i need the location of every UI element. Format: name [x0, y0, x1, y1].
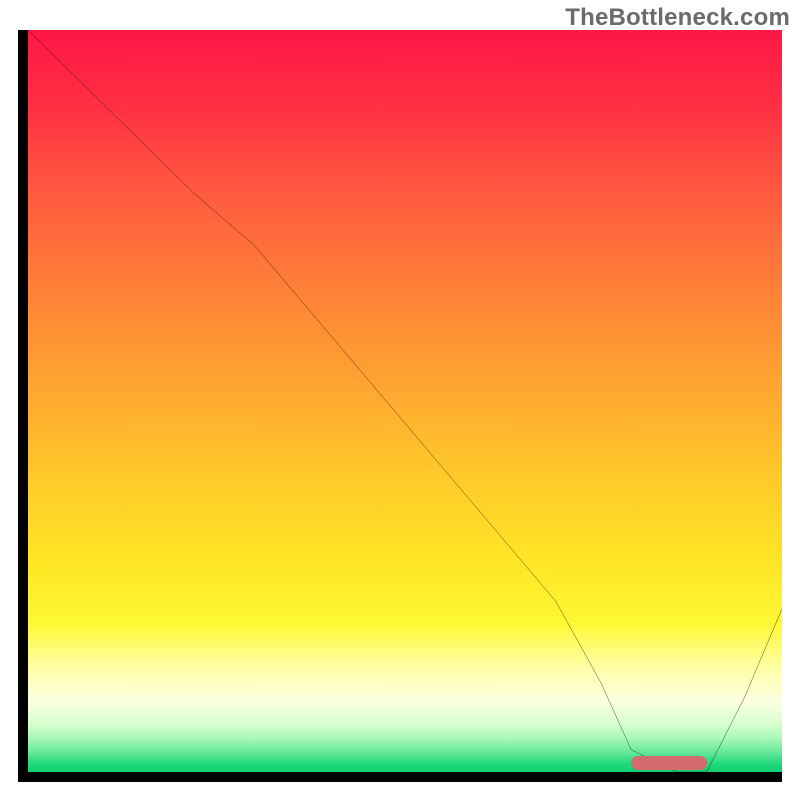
plot-frame: [18, 30, 782, 782]
gradient-background: [28, 30, 782, 772]
curve-line: [28, 30, 782, 772]
chart-container: TheBottleneck.com: [0, 0, 800, 800]
optimal-range-marker: [631, 756, 706, 770]
plot-area: [28, 30, 782, 772]
watermark-text: TheBottleneck.com: [565, 4, 790, 32]
